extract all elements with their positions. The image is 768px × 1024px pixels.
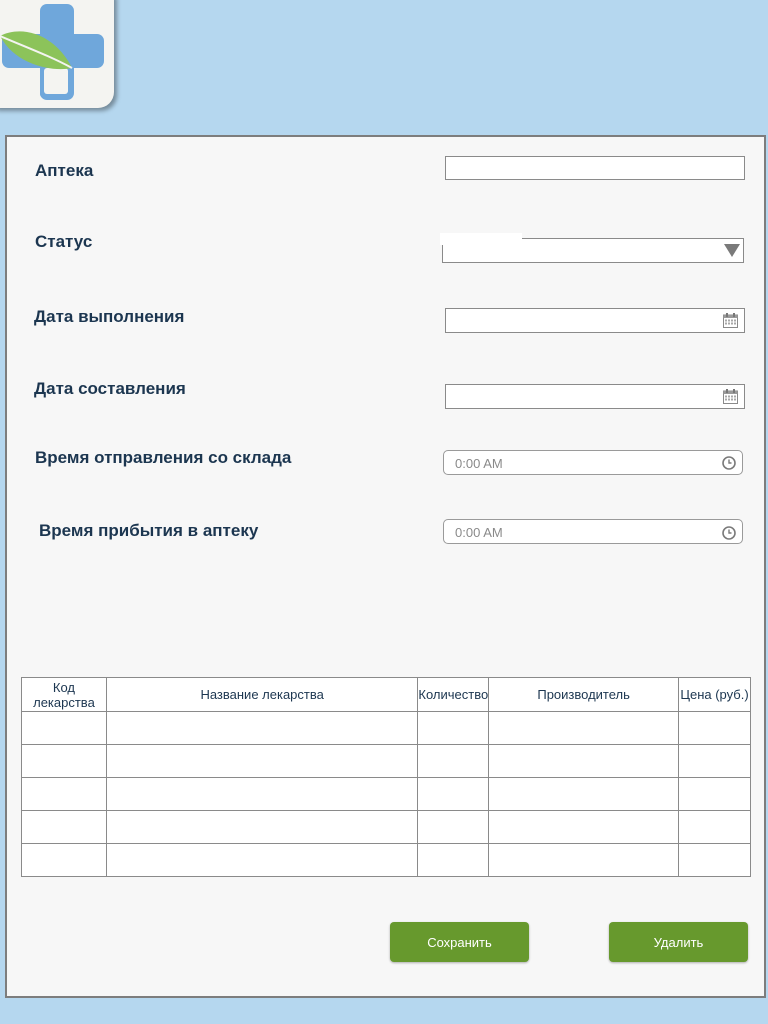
table-row	[21, 777, 751, 811]
table-cell[interactable]	[488, 711, 680, 745]
table-cell[interactable]	[105, 843, 419, 877]
table-cell[interactable]	[678, 777, 751, 811]
column-header-name: Название лекарства	[105, 677, 419, 712]
table-header-row: Код лекарства Название лекарства Количес…	[21, 677, 751, 712]
column-header-manufacturer: Производитель	[488, 677, 680, 712]
creation-date-label: Дата составления	[34, 379, 186, 398]
table-cell[interactable]	[417, 777, 490, 811]
arrival-time-placeholder: 0:00 AM	[455, 525, 503, 540]
clock-icon[interactable]	[722, 456, 736, 470]
table-cell[interactable]	[105, 711, 419, 745]
table-cell[interactable]	[21, 810, 107, 844]
table-cell[interactable]	[678, 711, 751, 745]
completion-date-input[interactable]	[445, 308, 745, 333]
calendar-icon[interactable]	[723, 313, 738, 328]
table-cell[interactable]	[488, 777, 680, 811]
table-cell[interactable]	[21, 711, 107, 745]
table-cell[interactable]	[678, 744, 751, 778]
table-row	[21, 810, 751, 844]
order-form-panel: Аптека Статус Дата выполнения Дата соста…	[5, 135, 766, 998]
table-cell[interactable]	[21, 843, 107, 877]
table-cell[interactable]	[105, 744, 419, 778]
departure-time-input[interactable]: 0:00 AM	[443, 450, 743, 475]
delete-button[interactable]: Удалить	[609, 922, 748, 962]
table-cell[interactable]	[105, 777, 419, 811]
pharmacy-label: Аптека	[35, 161, 94, 180]
arrival-time-input[interactable]: 0:00 AM	[443, 519, 743, 544]
column-header-code: Код лекарства	[21, 677, 107, 712]
status-select-top-mask	[440, 233, 522, 245]
pharmacy-input[interactable]	[445, 156, 745, 180]
table-cell[interactable]	[678, 843, 751, 877]
status-label: Статус	[35, 232, 93, 251]
table-cell[interactable]	[417, 843, 490, 877]
table-cell[interactable]	[417, 810, 490, 844]
table-cell[interactable]	[21, 777, 107, 811]
table-cell[interactable]	[417, 711, 490, 745]
medicines-table: Код лекарства Название лекарства Количес…	[21, 677, 751, 877]
table-row	[21, 711, 751, 745]
table-cell[interactable]	[488, 744, 680, 778]
departure-time-label: Время отправления со склада	[35, 448, 292, 467]
table-cell[interactable]	[417, 744, 490, 778]
table-cell[interactable]	[488, 810, 680, 844]
table-row	[21, 843, 751, 877]
clock-icon[interactable]	[722, 526, 736, 540]
calendar-icon[interactable]	[723, 389, 738, 404]
app-logo	[0, 0, 114, 108]
table-row	[21, 744, 751, 778]
pharmacy-cross-leaf-icon	[0, 4, 104, 100]
completion-date-label: Дата выполнения	[34, 307, 185, 326]
creation-date-input[interactable]	[445, 384, 745, 409]
arrival-time-label: Время прибытия в аптеку	[39, 521, 259, 540]
table-cell[interactable]	[678, 810, 751, 844]
table-cell[interactable]	[488, 843, 680, 877]
table-cell[interactable]	[105, 810, 419, 844]
caret-down-icon[interactable]	[724, 244, 740, 257]
table-cell[interactable]	[21, 744, 107, 778]
save-button[interactable]: Сохранить	[390, 922, 529, 962]
departure-time-placeholder: 0:00 AM	[455, 456, 503, 471]
column-header-price: Цена (руб.)	[678, 677, 751, 712]
column-header-quantity: Количество	[417, 677, 490, 712]
